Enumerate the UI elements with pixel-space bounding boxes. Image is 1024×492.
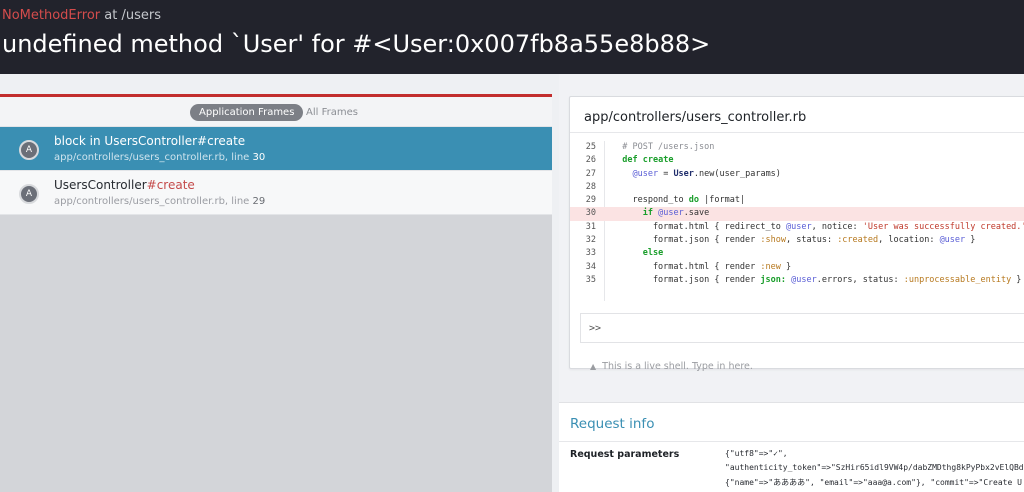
frame-class: UsersController (54, 178, 147, 192)
frame-avatar: A (19, 184, 39, 204)
code-line: 28 (570, 181, 1024, 194)
line-number: 30 (585, 208, 596, 219)
frame-class: block in UsersController (54, 134, 198, 148)
code-line: 33 else (570, 247, 1024, 260)
request-param-line: {"name"=>"ああああ", "email"=>"aaa@a.com"}, … (725, 478, 1022, 487)
request-info-heading: Request info (570, 416, 655, 432)
code-text: def create (622, 155, 674, 166)
error-message: undefined method `User' for #<User:0x007… (2, 30, 711, 58)
error-class: NoMethodError (2, 8, 101, 23)
shell-hint: ▲ This is a live shell. Type in here. (590, 361, 753, 372)
frame-line: 29 (252, 196, 266, 207)
code-line: 35 format.json { render json: @user.erro… (570, 274, 1024, 287)
line-number: 31 (585, 221, 596, 232)
code-text: else (642, 248, 664, 259)
line-number: 28 (585, 181, 596, 192)
code-text: respond_to do |format| (612, 195, 746, 206)
code-text: @user = User.new(user_params) (632, 168, 781, 179)
request-param-line: {"utf8"=>"✓", (725, 449, 788, 458)
line-number: 29 (585, 195, 596, 206)
code-text: format.json { render :show, status: :cre… (612, 235, 976, 246)
shell-prompt: >> (589, 323, 602, 334)
frame-file: app/controllers/users_controller.rb, lin… (54, 152, 253, 163)
frame-name: UsersController#create (54, 178, 195, 192)
frame-name: block in UsersController#create (54, 134, 245, 148)
frame-path: app/controllers/users_controller.rb, lin… (54, 196, 265, 207)
code-text: # POST /users.json (612, 142, 715, 152)
divider (559, 441, 1024, 442)
code-line: 25 # POST /users.json (570, 141, 1024, 154)
code-line: 26 def create (570, 154, 1024, 167)
frames-panel: Application Frames All Frames A block in… (0, 94, 552, 492)
code-text: format.html { render :new } (612, 261, 792, 272)
code-line: 27 @user = User.new(user_params) (570, 168, 1024, 181)
request-parameters-label: Request parameters (570, 449, 680, 460)
details-panel: app/controllers/users_controller.rb 25 #… (559, 74, 1024, 492)
code-line: 32 format.json { render :show, status: :… (570, 234, 1024, 247)
line-number: 26 (585, 155, 596, 166)
line-number: 35 (585, 274, 596, 285)
code-line: 31 format.html { redirect_to @user, noti… (570, 221, 1024, 234)
code-text: format.html { redirect_to @user, notice:… (612, 221, 1024, 232)
frame-method: #create (146, 178, 195, 192)
line-number: 32 (585, 235, 596, 246)
line-number: 34 (585, 261, 596, 272)
line-number: 25 (585, 142, 596, 152)
line-number: 33 (585, 248, 596, 259)
code-text: if @user.save (642, 208, 710, 219)
code-text: format.json { render json: @user.errors,… (612, 274, 1022, 285)
line-number: 27 (585, 168, 596, 179)
frame-item[interactable]: A block in UsersController#create app/co… (0, 127, 552, 171)
error-location: at /users (104, 8, 161, 23)
shell-hint-text: This is a live shell. Type in here. (602, 361, 753, 372)
frame-file: app/controllers/users_controller.rb, lin… (54, 196, 253, 207)
code-line: 34 format.html { render :new } (570, 261, 1024, 274)
request-info-section: Request info Request parameters {"utf8"=… (559, 402, 1024, 492)
frame-item[interactable]: A UsersController#create app/controllers… (0, 171, 552, 215)
tab-all-frames[interactable]: All Frames (297, 104, 367, 121)
warning-triangle-icon: ▲ (590, 362, 597, 371)
source-viewer: app/controllers/users_controller.rb 25 #… (569, 96, 1024, 369)
code-line: 29 respond_to do |format| (570, 194, 1024, 207)
tab-application-frames[interactable]: Application Frames (190, 104, 304, 121)
source-code: 25 # POST /users.json 26 def create 27 @… (570, 141, 1024, 287)
error-subtitle: NoMethodError at /users (2, 8, 161, 23)
frames-tabs: Application Frames All Frames (0, 97, 552, 127)
divider (570, 132, 1024, 133)
request-param-line: "authenticity_token"=>"SzHir65idl9VW4p/d… (725, 463, 1024, 472)
frame-path: app/controllers/users_controller.rb, lin… (54, 152, 265, 163)
error-header: NoMethodError at /users undefined method… (0, 0, 1024, 74)
live-shell-input[interactable]: >> (580, 313, 1024, 343)
source-file-name: app/controllers/users_controller.rb (584, 110, 807, 125)
code-line-highlighted: 30 if @user.save (570, 207, 1024, 221)
frame-avatar: A (19, 140, 39, 160)
frame-method: #create (197, 134, 246, 148)
frame-line: 30 (252, 152, 266, 163)
